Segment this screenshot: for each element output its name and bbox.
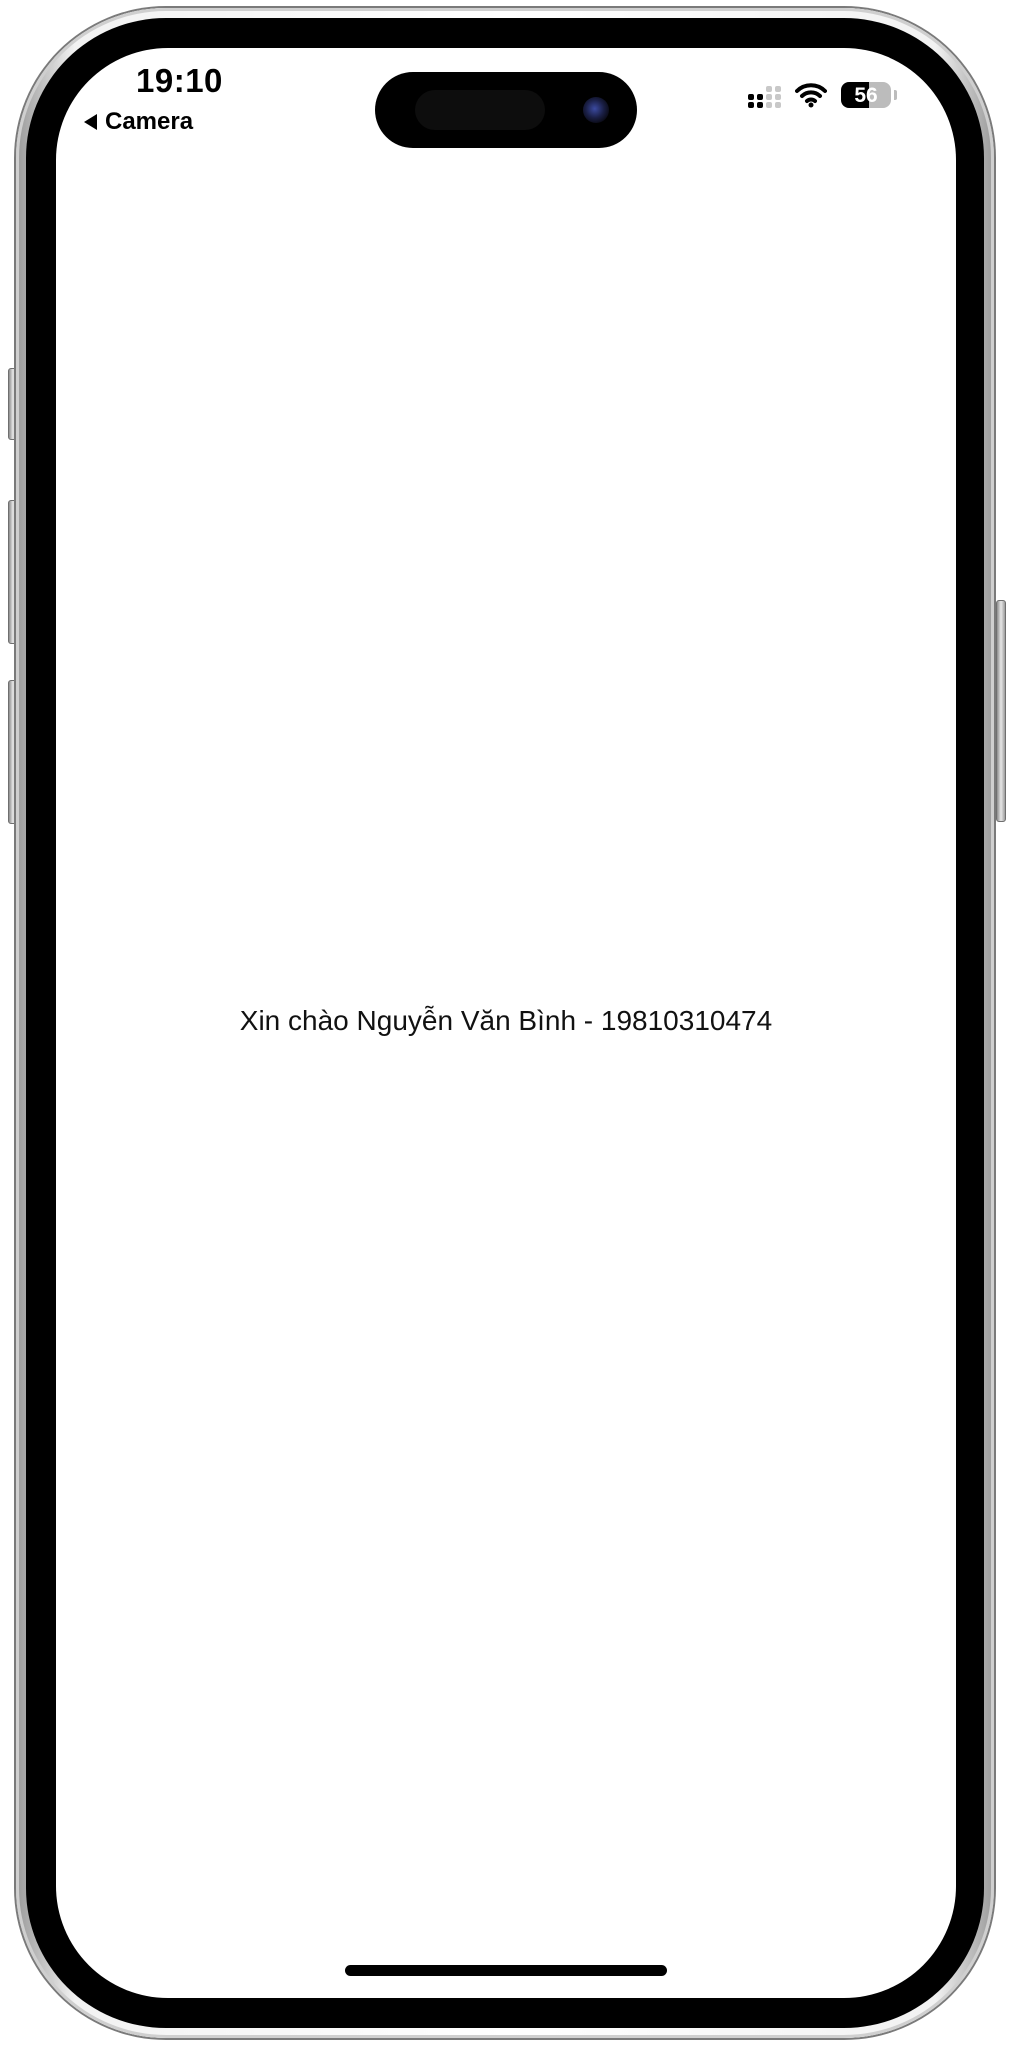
back-arrow-icon [84, 114, 97, 130]
home-indicator[interactable] [345, 1965, 667, 1976]
battery-level: 56 [854, 83, 878, 107]
status-icons: 56 [748, 82, 897, 108]
greeting-text: Xin chào Nguyễn Văn Bình - 19810310474 [239, 1005, 773, 1036]
dynamic-island [375, 72, 637, 148]
front-camera-icon [583, 97, 609, 123]
device-stage: 19:10 Camera 56 Xin chào Nguyễn Văn Bình… [0, 0, 1012, 2048]
power-button [996, 600, 1006, 822]
battery-icon: 56 [841, 82, 897, 108]
wifi-icon [795, 82, 827, 108]
status-time: 19:10 [136, 62, 223, 99]
back-app-label: Camera [105, 108, 194, 135]
face-id-sensor [415, 90, 545, 130]
back-to-app-button[interactable]: Camera [84, 108, 193, 136]
signal-icon [748, 82, 781, 108]
